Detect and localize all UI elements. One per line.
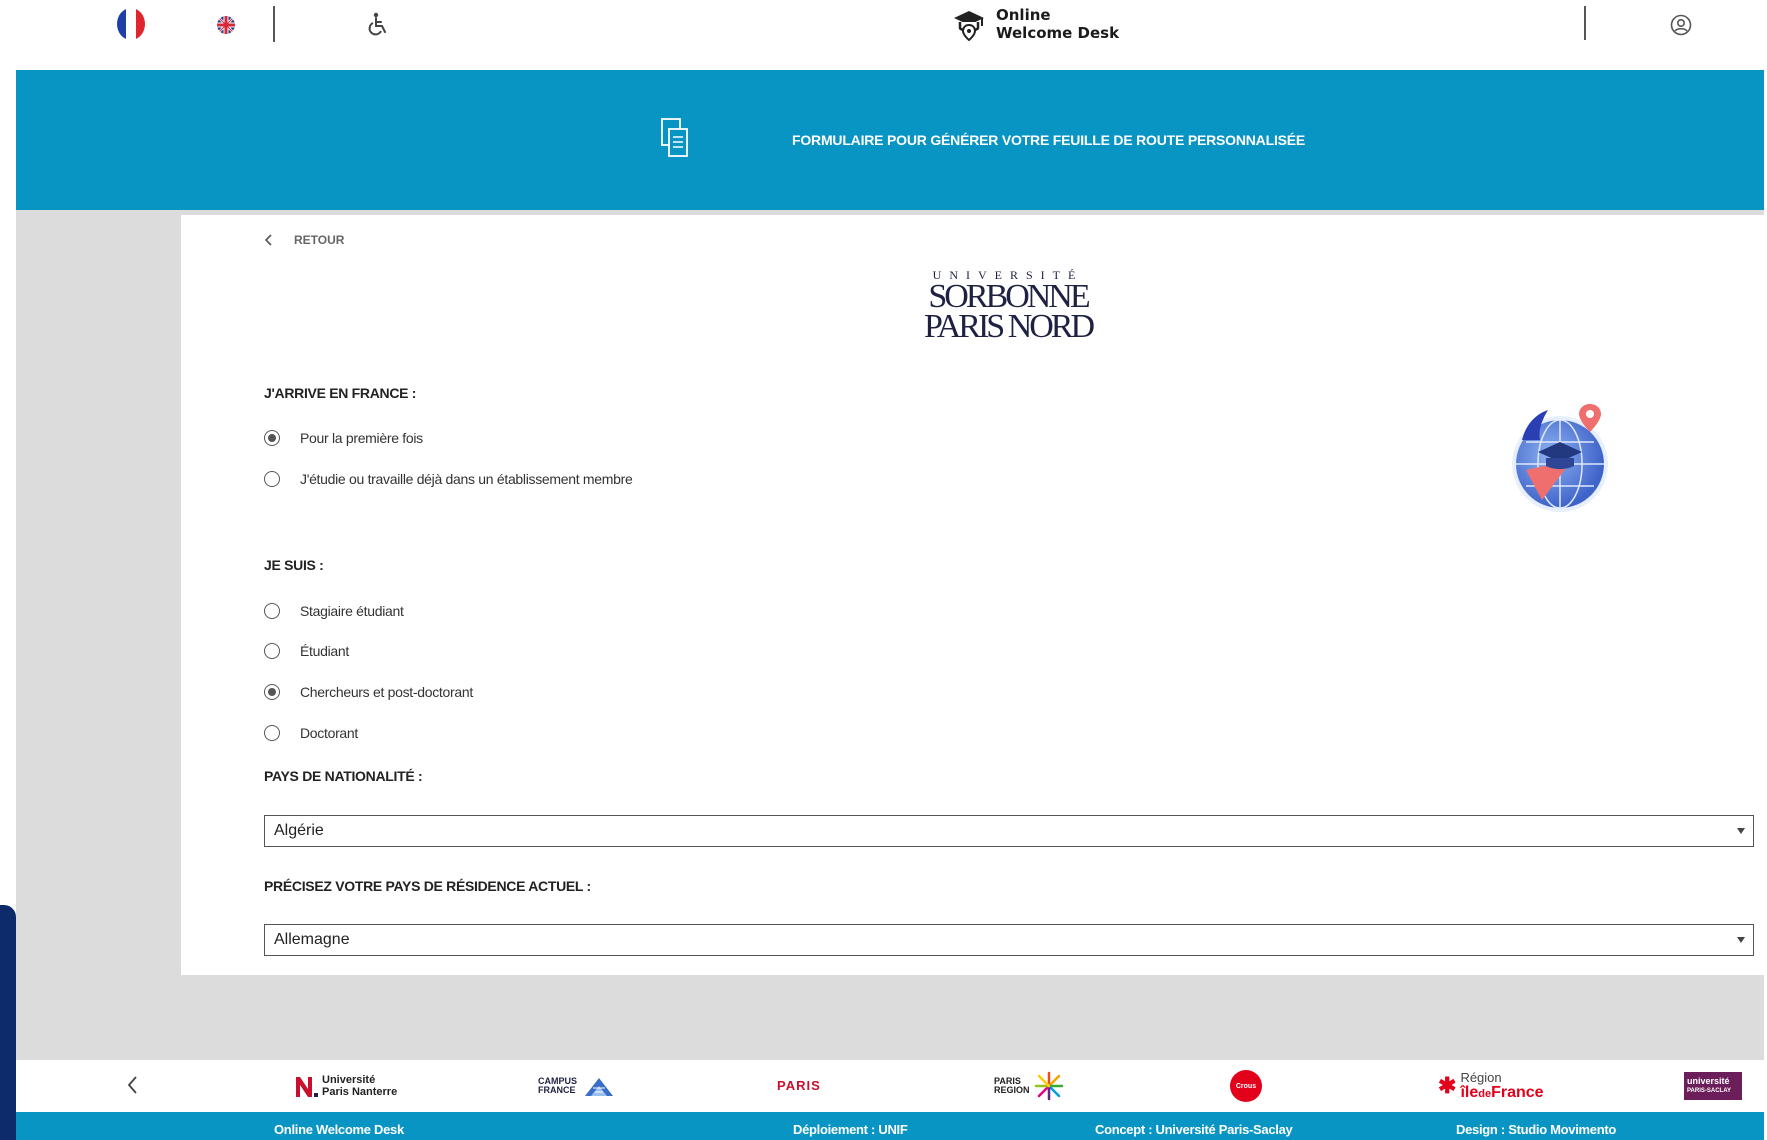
- radio-label: J'étudie ou travaille déjà dans un établ…: [300, 471, 633, 487]
- footer-brand[interactable]: Online Welcome Desk: [274, 1122, 404, 1137]
- radio-student[interactable]: Étudiant: [264, 643, 349, 659]
- nanterre-logo-icon: [296, 1077, 318, 1097]
- partner-campus-france[interactable]: CAMPUS FRANCE: [538, 1068, 617, 1104]
- nationality-label: PAYS DE NATIONALITÉ :: [264, 768, 423, 784]
- wheelchair-icon[interactable]: [365, 12, 389, 38]
- partner-paris-region[interactable]: PARIS REGION: [994, 1068, 1064, 1104]
- star-icon: ✱: [1438, 1073, 1457, 1098]
- left-decorative-strip: [0, 905, 16, 1140]
- top-divider-right: [1584, 6, 1586, 40]
- nationality-select[interactable]: Algérie: [264, 815, 1754, 847]
- arrival-label: J'ARRIVE EN FRANCE :: [264, 385, 417, 401]
- saclay-line1: université: [1687, 1076, 1730, 1086]
- partner-paris-office[interactable]: PARIS: [777, 1068, 821, 1104]
- dropdown-arrow-icon: [1737, 828, 1745, 834]
- idf-de: de: [1478, 1088, 1492, 1100]
- radio-button[interactable]: [264, 725, 280, 741]
- top-divider: [273, 6, 275, 42]
- page-banner: FORMULAIRE POUR GÉNÉRER VOTRE FEUILLE DE…: [16, 70, 1764, 210]
- radio-doctoral[interactable]: Doctorant: [264, 725, 358, 741]
- campus-line2: FRANCE: [538, 1085, 576, 1095]
- dropdown-arrow-icon: [1737, 937, 1745, 943]
- footer-concept: Concept : Université Paris-Saclay: [1095, 1122, 1293, 1137]
- footer-design: Design : Studio Movimento: [1456, 1122, 1617, 1137]
- radio-label: Étudiant: [300, 643, 349, 659]
- nationality-value: Algérie: [274, 822, 324, 839]
- radio-button[interactable]: [264, 603, 280, 619]
- footer-bar: Online Welcome Desk Déploiement : UNIF C…: [16, 1112, 1764, 1140]
- back-link[interactable]: RETOUR: [264, 233, 344, 247]
- radio-label: Doctorant: [300, 725, 358, 741]
- radio-label: Chercheurs et post-doctorant: [300, 684, 473, 700]
- radio-button[interactable]: [264, 471, 280, 487]
- globe-graduation-icon: [1512, 404, 1608, 512]
- radio-researcher[interactable]: Chercheurs et post-doctorant: [264, 684, 473, 700]
- graduation-cap-pin-icon: [954, 11, 984, 41]
- idf-line1: Région: [1460, 1070, 1502, 1085]
- residence-select[interactable]: Allemagne: [264, 924, 1754, 956]
- radio-label: Pour la première fois: [300, 430, 423, 446]
- back-label: RETOUR: [294, 233, 345, 247]
- partner-paris-saclay[interactable]: université PARIS-SACLAY: [1684, 1068, 1742, 1104]
- partner-region-idf[interactable]: ✱ Région îledeFrance: [1438, 1068, 1544, 1104]
- paris-region-sunburst-icon: [1034, 1071, 1063, 1101]
- document-icon: [661, 118, 688, 157]
- radio-button[interactable]: [264, 643, 280, 659]
- footer-deployment: Déploiement : UNIF: [793, 1122, 908, 1137]
- paris-region-line2: REGION: [994, 1085, 1030, 1095]
- status-label: JE SUIS :: [264, 557, 324, 573]
- page-title: FORMULAIRE POUR GÉNÉRER VOTRE FEUILLE DE…: [792, 132, 1306, 148]
- partner-crous[interactable]: Crous: [1230, 1068, 1262, 1104]
- nanterre-line1: Université: [322, 1074, 376, 1086]
- residence-value: Allemagne: [274, 931, 350, 948]
- radio-label: Stagiaire étudiant: [300, 603, 404, 619]
- saclay-line2: PARIS-SACLAY: [1687, 1088, 1732, 1094]
- radio-first-time[interactable]: Pour la première fois: [264, 430, 423, 446]
- brand-line1: Online: [996, 6, 1051, 24]
- brand-line2: Welcome Desk: [996, 24, 1120, 42]
- chevron-left-icon: [264, 234, 272, 246]
- radio-button[interactable]: [264, 684, 280, 700]
- idf-ile: île: [1460, 1084, 1479, 1101]
- france-flag-icon[interactable]: [117, 8, 145, 40]
- user-icon[interactable]: [1670, 14, 1692, 36]
- partner-paris-nanterre[interactable]: Université Paris Nanterre: [294, 1068, 397, 1104]
- partners-carousel: Université Paris Nanterre CAMPUS FRANCE …: [16, 1060, 1764, 1112]
- brand-logo[interactable]: Online Welcome Desk: [952, 6, 1119, 42]
- chevron-left-icon[interactable]: [126, 1074, 140, 1096]
- idf-france: France: [1491, 1084, 1544, 1101]
- radio-button[interactable]: [264, 430, 280, 446]
- residence-label: PRÉCISEZ VOTRE PAYS DE RÉSIDENCE ACTUEL …: [264, 878, 591, 894]
- campus-france-logo-icon: [585, 1078, 614, 1096]
- logo-line3: PARIS NORD: [923, 308, 1095, 345]
- university-logo: UNIVERSITÉ SORBONNE PARIS NORD: [918, 268, 1098, 345]
- uk-flag-icon[interactable]: [217, 16, 235, 34]
- radio-already-member[interactable]: J'étudie ou travaille déjà dans un établ…: [264, 471, 633, 487]
- crous-label: Crous: [1235, 1082, 1257, 1090]
- paris-label: PARIS: [777, 1078, 821, 1093]
- radio-trainee-student[interactable]: Stagiaire étudiant: [264, 603, 404, 619]
- top-bar: Online Welcome Desk: [0, 0, 1767, 70]
- nanterre-line2: Paris Nanterre: [322, 1086, 398, 1098]
